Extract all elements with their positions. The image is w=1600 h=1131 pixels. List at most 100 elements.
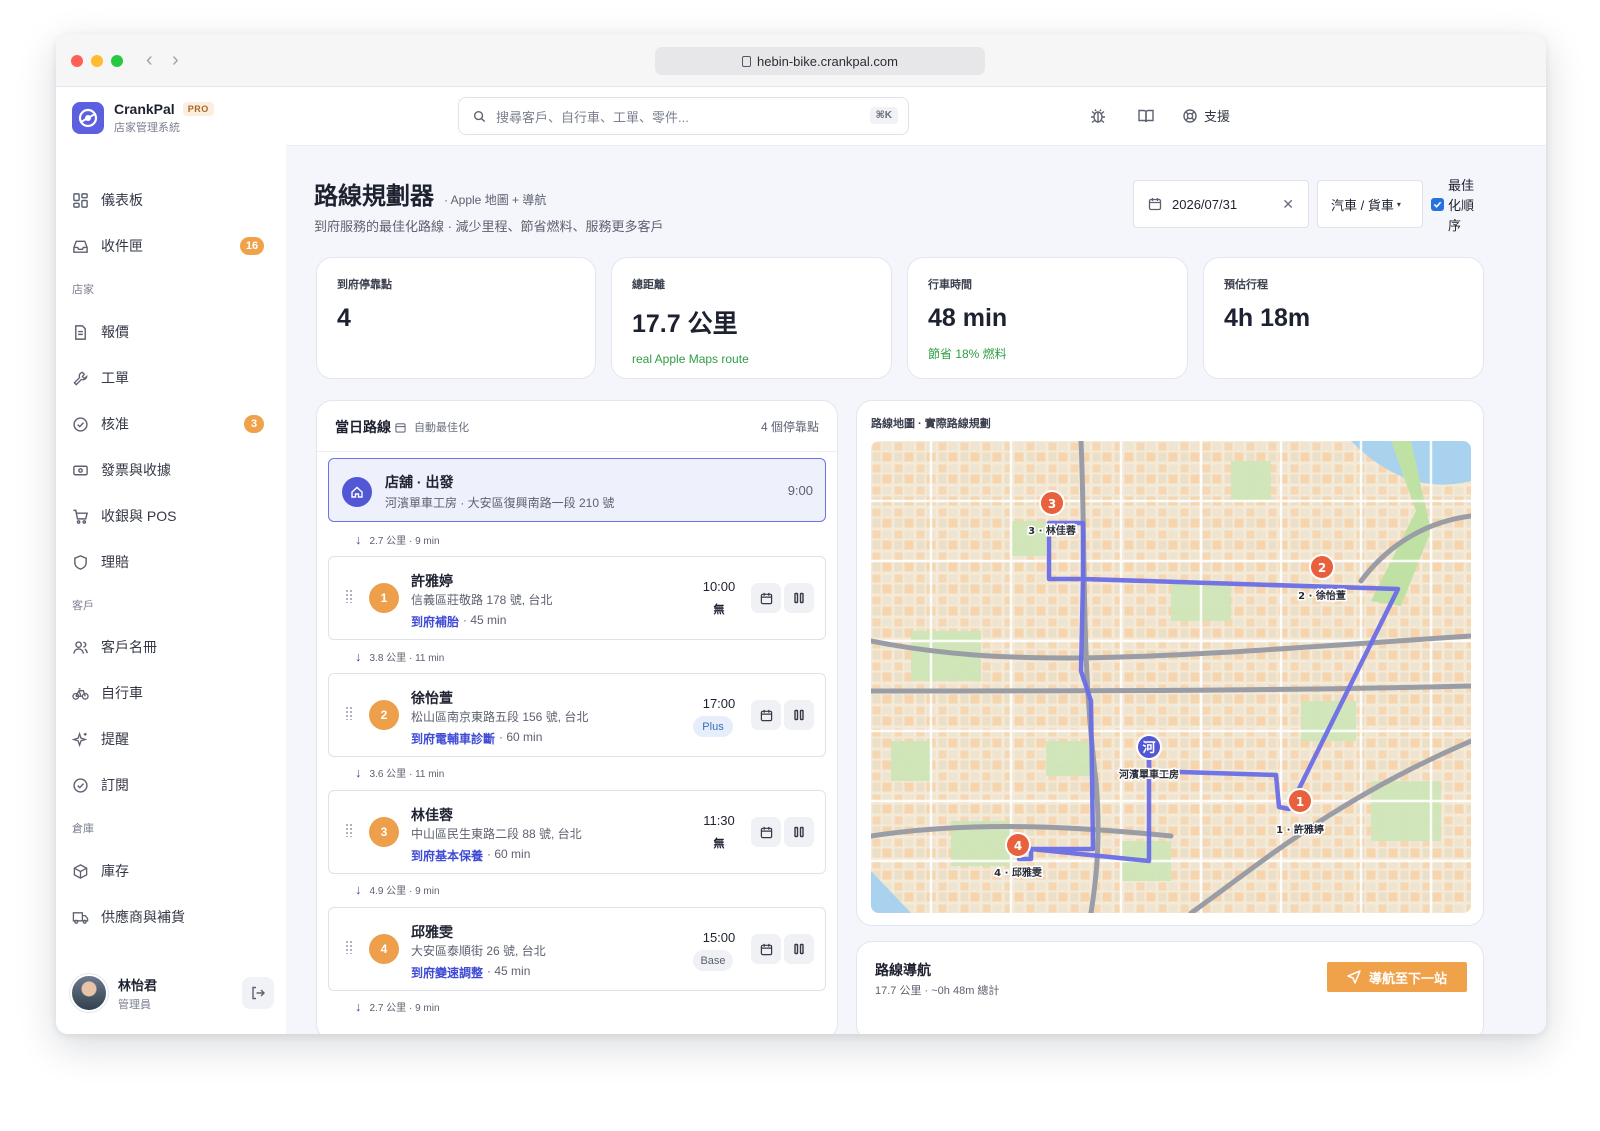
vehicle-select[interactable]: 汽車 / 貨車 ▾ xyxy=(1317,180,1423,228)
maximize-window-button[interactable] xyxy=(111,55,123,67)
stop-service[interactable]: 到府電輔車診斷 xyxy=(411,730,495,747)
stop-plan-tag: 無 xyxy=(713,838,725,850)
optimize-order-label: 最佳化順序 xyxy=(1448,178,1475,233)
box-icon xyxy=(73,863,88,879)
user-profile[interactable]: 林怡君 管理員 xyxy=(70,970,274,1016)
crankpal-logo xyxy=(72,102,104,134)
route-stop-item[interactable]: 3 林佳蓉 中山區民生東路二段 88 號, 台北 到府基本保養 · 60 min … xyxy=(328,790,826,874)
brand[interactable]: CrankPal PRO 店家管理系統 xyxy=(72,101,214,135)
route-map[interactable]: 河 河濱單車工房 1 1 · 許雅婷 2 2 · 徐怡萱 3 3 · 林佳蓉 4 xyxy=(871,441,1471,913)
drag-handle-icon[interactable] xyxy=(345,823,353,837)
stop-marker-1[interactable]: 1 xyxy=(1296,795,1304,809)
sidebar-item-label: 客戶名冊 xyxy=(101,639,157,655)
navigation-title: 路線導航 xyxy=(875,962,931,978)
sidebar-item-label: 核准 xyxy=(101,416,129,432)
user-name: 林怡君 xyxy=(118,977,158,993)
stop-time: 17:00 xyxy=(702,696,736,711)
sidebar-item-approvals[interactable]: 核准 3 xyxy=(68,407,274,441)
calendar-icon xyxy=(760,943,772,955)
check-circle-icon xyxy=(73,416,88,432)
user-role: 管理員 xyxy=(118,998,151,1011)
schedule-button[interactable] xyxy=(751,700,781,730)
stop-duration: · 60 min xyxy=(499,730,543,744)
main-content: 路線規劃器 · Apple 地圖 + 導航 到府服務的最佳化路線 · 減少里程、… xyxy=(286,146,1546,1034)
sidebar-item-work-orders[interactable]: 工單 xyxy=(68,361,274,395)
brand-name: CrankPal xyxy=(114,101,175,117)
sidebar-item-dashboard[interactable]: 儀表板 xyxy=(68,183,274,217)
sidebar-item-bikes[interactable]: 自行車 xyxy=(68,676,274,710)
sidebar-section-customers: 客戶 xyxy=(72,600,94,612)
drag-handle-icon[interactable] xyxy=(345,589,353,603)
close-window-button[interactable] xyxy=(71,55,83,67)
stop-marker-4[interactable]: 4 xyxy=(1014,839,1022,853)
route-stop-item[interactable]: 2 徐怡萱 松山區南京東路五段 156 號, 台北 到府電輔車診斷 · 60 mi… xyxy=(328,673,826,757)
forward-arrow-icon[interactable]: › xyxy=(172,48,179,72)
sidebar-item-claims[interactable]: 理賠 xyxy=(68,545,274,579)
stat-label: 行車時間 xyxy=(928,279,972,291)
pause-button[interactable] xyxy=(784,583,814,613)
sidebar-item-invoices[interactable]: 發票與收據 xyxy=(68,453,274,487)
sidebar-item-inventory[interactable]: 庫存 xyxy=(68,854,274,888)
route-navigation-card: 路線導航 17.7 公里 · ~0h 48m 總計 導航至下一站 xyxy=(856,941,1484,1034)
users-icon xyxy=(73,640,88,654)
route-start-item[interactable]: 店舖 · 出發 河濱單車工房 · 大安區復興南路一段 210 號 9:00 xyxy=(328,458,826,522)
sidebar-section-store: 店家 xyxy=(72,284,94,296)
stop-service[interactable]: 到府補胎 xyxy=(411,613,459,630)
pause-icon xyxy=(794,826,804,838)
shop-marker[interactable]: 河 xyxy=(1142,740,1155,756)
stop-marker-2[interactable]: 2 xyxy=(1318,561,1326,575)
pause-icon xyxy=(794,592,804,604)
sparkle-icon xyxy=(72,731,88,747)
sidebar-item-label: 收銀與 POS xyxy=(101,508,177,524)
clear-date-icon[interactable]: ✕ xyxy=(1282,196,1294,213)
back-arrow-icon[interactable]: ‹ xyxy=(146,48,153,72)
bug-icon[interactable] xyxy=(1089,107,1107,125)
sidebar-item-customers[interactable]: 客戶名冊 xyxy=(68,630,274,664)
pause-button[interactable] xyxy=(784,934,814,964)
sidebar-item-label: 訂閱 xyxy=(101,777,129,793)
stop-marker-3[interactable]: 3 xyxy=(1048,497,1056,511)
sidebar-item-reminders[interactable]: 提醒 xyxy=(68,722,274,756)
schedule-button[interactable] xyxy=(751,583,781,613)
pause-button[interactable] xyxy=(784,817,814,847)
date-picker[interactable]: 2026/07/31 ✕ xyxy=(1133,180,1309,228)
stop-map-label: 1 · 許雅婷 xyxy=(1276,823,1324,836)
book-icon[interactable] xyxy=(1137,107,1155,125)
browser-window: ‹ › hebin-bike.crankpal.com CrankPal PRO … xyxy=(56,34,1546,1034)
minimize-window-button[interactable] xyxy=(91,55,103,67)
support-button[interactable]: 支援 xyxy=(1182,106,1230,125)
drag-handle-icon[interactable] xyxy=(345,706,353,720)
sidebar-item-subscriptions[interactable]: 訂閱 xyxy=(68,768,274,802)
route-stop-item[interactable]: 1 許雅婷 信義區莊敬路 178 號, 台北 到府補胎 · 45 min 10:0… xyxy=(328,556,826,640)
schedule-button[interactable] xyxy=(751,817,781,847)
search-shortcut: ⌘K xyxy=(869,107,898,124)
stat-label: 總距離 xyxy=(632,279,665,291)
route-map-card: 路線地圖 · 實際路線規劃 河 河濱單車工房 1 1 · 許雅婷 2 2 · 徐… xyxy=(856,400,1484,926)
stat-note: 節省 18% 燃料 xyxy=(928,347,1007,361)
chevron-down-icon: ▾ xyxy=(1396,199,1401,209)
navigation-arrow-icon xyxy=(1347,970,1361,984)
calendar-icon xyxy=(760,709,772,721)
map-title: 路線地圖 · 實際路線規劃 xyxy=(871,418,991,430)
search-input[interactable]: 搜尋客戶、自行車、工單、零件... ⌘K xyxy=(458,97,909,135)
pause-button[interactable] xyxy=(784,700,814,730)
navigate-next-stop-button[interactable]: 導航至下一站 xyxy=(1327,962,1467,992)
stop-time: 11:30 xyxy=(703,813,735,828)
address-bar[interactable]: hebin-bike.crankpal.com xyxy=(655,47,985,75)
sidebar-item-quotes[interactable]: 報價 xyxy=(68,315,274,349)
sidebar-item-suppliers[interactable]: 供應商與補貨 xyxy=(68,900,274,934)
stat-value: 4h 18m xyxy=(1224,304,1311,332)
sidebar-item-inbox[interactable]: 收件匣 16 xyxy=(68,229,274,263)
stop-service[interactable]: 到府基本保養 xyxy=(411,847,483,864)
route-auto-label: 自動最佳化 xyxy=(414,422,469,434)
search-placeholder: 搜尋客戶、自行車、工單、零件... xyxy=(496,109,689,125)
drag-handle-icon[interactable] xyxy=(345,940,353,954)
optimize-order-checkbox[interactable]: 最佳化順序 xyxy=(1431,176,1487,236)
route-stop-item[interactable]: 4 邱雅雯 大安區泰順街 26 號, 台北 到府變速調整 · 45 min 15:… xyxy=(328,907,826,991)
stop-time: 10:00 xyxy=(702,579,736,594)
stop-service[interactable]: 到府變速調整 xyxy=(411,964,483,981)
stop-map-label: 3 · 林佳蓉 xyxy=(1028,524,1076,537)
logout-button[interactable] xyxy=(242,977,274,1009)
schedule-button[interactable] xyxy=(751,934,781,964)
sidebar-item-pos[interactable]: 收銀與 POS xyxy=(68,499,274,533)
